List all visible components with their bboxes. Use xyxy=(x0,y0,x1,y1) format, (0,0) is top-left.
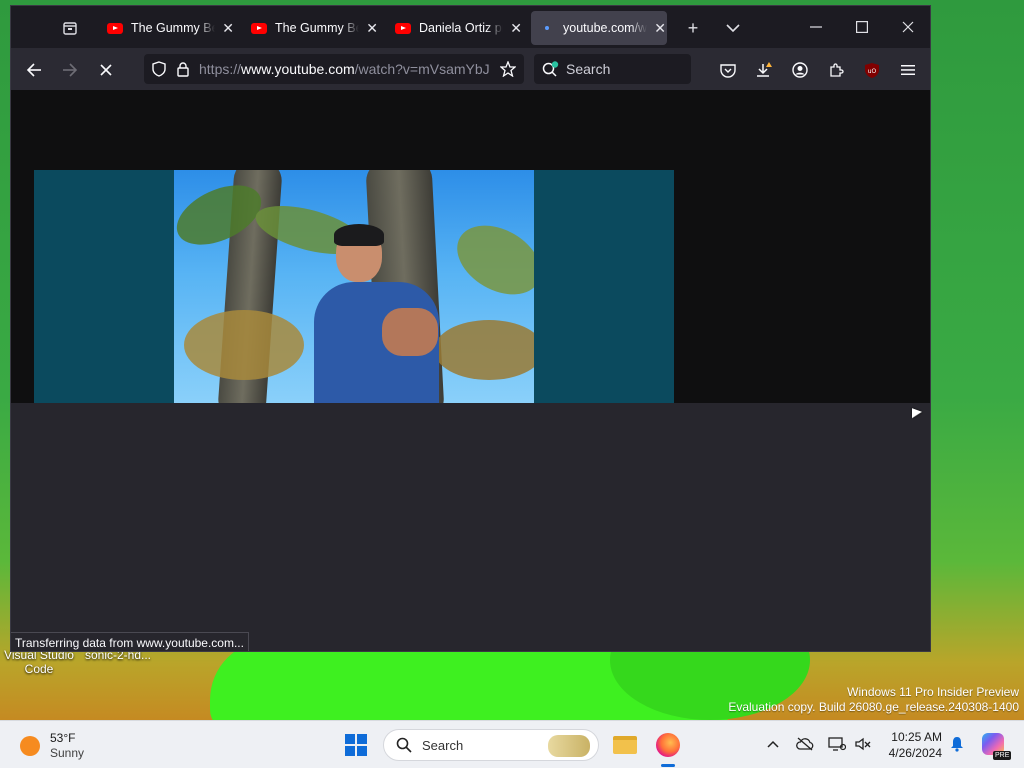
chevron-down-icon xyxy=(726,23,740,32)
show-hidden-icons-button[interactable] xyxy=(762,733,784,755)
tab-gummy-bear-2[interactable]: The Gummy Bear Song ✕ xyxy=(243,11,379,45)
svg-text:uO: uO xyxy=(868,68,877,75)
cloud-offline-icon xyxy=(796,737,814,751)
stop-loading-button[interactable] xyxy=(92,56,120,84)
forward-button[interactable] xyxy=(56,56,84,84)
back-button[interactable] xyxy=(20,56,48,84)
hamburger-menu-icon xyxy=(901,65,915,75)
video-frame xyxy=(174,170,534,403)
maximize-button[interactable] xyxy=(839,6,885,48)
status-bar: Transferring data from www.youtube.com..… xyxy=(11,632,249,651)
url-bar[interactable]: https://www.youtube.com/watch?v=mVsamYbJ xyxy=(144,54,524,84)
page-lower-area xyxy=(11,403,930,651)
clock-date: 4/26/2024 xyxy=(888,746,942,760)
ublock-shield-icon: uO xyxy=(865,62,879,78)
close-icon xyxy=(902,21,914,33)
search-bar[interactable]: Search xyxy=(534,54,691,84)
search-input: Search xyxy=(566,61,611,77)
speaker-muted-icon xyxy=(855,737,871,751)
firefox-view-button[interactable] xyxy=(57,15,83,41)
tab-close-icon[interactable]: ✕ xyxy=(221,20,235,37)
file-explorer-button[interactable] xyxy=(609,729,641,761)
bookmark-star-icon[interactable] xyxy=(496,57,520,81)
folder-icon xyxy=(613,736,637,754)
minimize-icon xyxy=(810,26,822,28)
network-monitor-icon xyxy=(828,737,846,751)
pocket-button[interactable] xyxy=(714,56,742,84)
tab-gummy-bear-1[interactable]: The Gummy Bear Song ✕ xyxy=(99,11,235,45)
youtube-icon xyxy=(251,22,267,34)
copilot-preview-badge: PRE xyxy=(993,751,1012,760)
taskbar-search[interactable]: Search xyxy=(383,729,599,761)
desktop-icon-label: Visual Studio Code xyxy=(4,648,74,676)
new-tab-button[interactable]: + xyxy=(680,15,706,41)
weather-condition: Sunny xyxy=(50,746,85,760)
running-indicator xyxy=(661,764,675,767)
page-content xyxy=(11,90,930,651)
tracking-protection-shield-icon[interactable] xyxy=(147,57,171,81)
search-engine-icon xyxy=(542,61,559,77)
account-icon xyxy=(792,62,808,78)
windows-watermark: Windows 11 Pro Insider Preview Evaluatio… xyxy=(728,685,1019,714)
stop-icon xyxy=(100,64,112,76)
arrow-right-icon xyxy=(63,63,78,77)
desktop-icon-vscode[interactable]: Visual Studio Code xyxy=(2,648,76,676)
video-player[interactable] xyxy=(34,170,674,403)
browser-window: The Gummy Bear Song ✕ The Gummy Bear Son… xyxy=(10,5,931,652)
ublock-origin-button[interactable]: uO xyxy=(858,56,886,84)
notifications-button[interactable] xyxy=(946,733,968,755)
puzzle-icon xyxy=(830,63,844,77)
sun-icon xyxy=(20,736,40,756)
firefox-view-icon xyxy=(63,22,77,35)
onedrive-button[interactable] xyxy=(794,733,816,755)
extensions-button[interactable] xyxy=(822,56,850,84)
close-window-button[interactable] xyxy=(885,6,930,48)
youtube-icon xyxy=(107,22,123,34)
weather-temp: 53°F xyxy=(50,731,76,745)
volume-button[interactable] xyxy=(852,733,874,755)
url-text[interactable]: https://www.youtube.com/watch?v=mVsamYbJ xyxy=(199,61,489,77)
app-menu-button[interactable] xyxy=(894,56,922,84)
search-highlight-icon xyxy=(548,735,590,757)
lock-icon[interactable] xyxy=(171,57,195,81)
downloads-button[interactable] xyxy=(750,56,778,84)
firefox-taskbar-button[interactable] xyxy=(652,729,684,761)
tab-close-icon[interactable]: ✕ xyxy=(653,20,667,37)
tab-strip: The Gummy Bear Song ✕ The Gummy Bear Son… xyxy=(11,6,930,48)
tab-close-icon[interactable]: ✕ xyxy=(509,20,523,37)
clock[interactable]: 10:25 AM 4/26/2024 xyxy=(880,729,942,761)
start-button[interactable] xyxy=(340,729,372,761)
navigation-toolbar: https://www.youtube.com/watch?v=mVsamYbJ… xyxy=(11,48,930,90)
plus-icon: + xyxy=(687,17,699,38)
search-icon xyxy=(396,737,412,753)
taskbar-search-placeholder: Search xyxy=(422,737,464,753)
firefox-icon xyxy=(656,733,680,757)
weather-widget[interactable]: 53°F Sunny xyxy=(20,731,84,761)
taskbar: 53°F Sunny Search 10:25 AM 4/26/2024 PRE xyxy=(0,720,1024,768)
loading-dot-icon xyxy=(545,26,549,30)
clock-time: 10:25 AM xyxy=(891,730,942,744)
account-button[interactable] xyxy=(786,56,814,84)
list-all-tabs-button[interactable] xyxy=(720,15,746,41)
tab-close-icon[interactable]: ✕ xyxy=(365,20,379,37)
minimize-button[interactable] xyxy=(793,6,839,48)
maximize-icon xyxy=(856,21,868,33)
bell-icon xyxy=(951,737,963,752)
network-button[interactable] xyxy=(826,733,848,755)
download-icon xyxy=(757,62,772,77)
windows-logo-icon xyxy=(345,734,367,756)
chevron-up-icon xyxy=(767,740,779,748)
pocket-icon xyxy=(720,63,736,78)
tab-youtube-watch[interactable]: youtube.com/watch ✕ xyxy=(531,11,667,45)
arrow-left-icon xyxy=(26,63,41,77)
tab-daniela-ortiz[interactable]: Daniela Ortiz presenta ✕ xyxy=(387,11,523,45)
youtube-icon xyxy=(395,22,411,34)
